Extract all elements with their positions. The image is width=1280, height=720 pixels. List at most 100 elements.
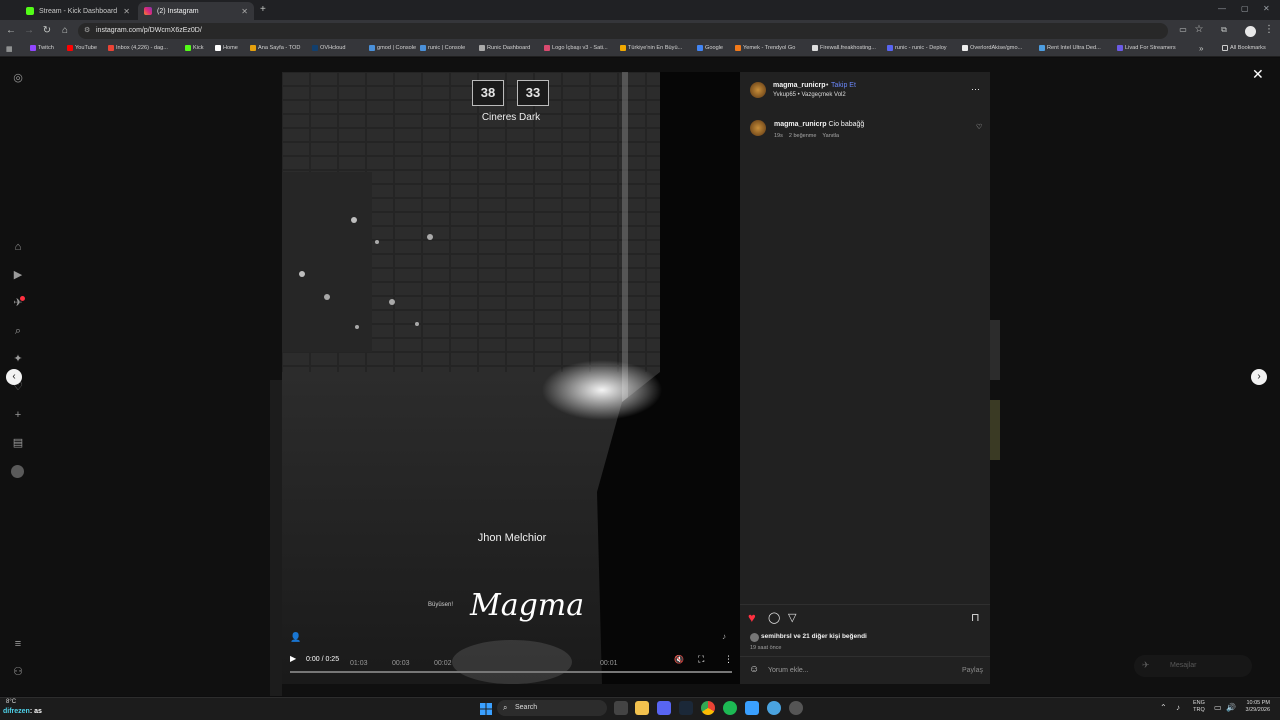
bookmark-item[interactable]: Google <box>697 45 723 51</box>
file-explorer-icon[interactable] <box>635 701 649 715</box>
reload-icon[interactable]: ↻ <box>41 25 53 36</box>
author-name[interactable]: magma_runicrp <box>773 82 826 89</box>
author-avatar[interactable] <box>750 82 766 98</box>
apps-icon[interactable]: ▦ <box>6 45 13 53</box>
reel-video[interactable]: 38 33 Cineres Dark Jhon Melchior Magma B… <box>282 72 740 684</box>
volume-icon[interactable]: 🔊 <box>1226 703 1236 712</box>
install-icon[interactable]: ▭ <box>1177 25 1189 34</box>
mute-icon[interactable]: 🔇 <box>674 655 684 664</box>
spotify-icon[interactable] <box>723 701 737 715</box>
maximize-icon[interactable]: ▢ <box>1241 4 1249 13</box>
all-bookmarks-button[interactable]: All Bookmarks <box>1222 45 1266 51</box>
taskbar-search[interactable]: ⌕ Search <box>497 700 607 716</box>
bookmark-item[interactable]: Kick <box>185 45 204 51</box>
back-icon[interactable]: ← <box>5 25 17 36</box>
emoji-icon[interactable]: ☺ <box>749 664 759 675</box>
save-icon[interactable]: ⊓ <box>971 611 980 624</box>
like-icon[interactable]: ♥ <box>748 610 756 625</box>
bookmark-item[interactable]: Runic Dashboard <box>479 45 530 51</box>
video-options-icon[interactable]: ⋮ <box>724 654 733 665</box>
bookmark-item[interactable]: OverlordAkise/gmo... <box>962 45 1022 51</box>
bookmark-item[interactable]: Firewall.freakhosting... <box>812 45 876 51</box>
bookmark-item[interactable]: Home <box>215 45 238 51</box>
comment-like-icon[interactable]: ♡ <box>976 123 982 131</box>
close-icon[interactable]: ✕ <box>241 7 248 16</box>
messages-button[interactable]: ✈ Mesajlar <box>1134 655 1252 677</box>
more-menu-icon[interactable]: ≡ <box>11 637 25 651</box>
bookmark-item[interactable]: runic - runic - Deploy <box>887 45 947 51</box>
steam-icon[interactable] <box>679 701 693 715</box>
post-subtitle[interactable]: Yvkup65 • Vazgeçmek Vol2 <box>773 92 846 98</box>
likes-user[interactable]: semihbrsl <box>761 633 792 640</box>
bookmark-item[interactable]: Rent Intel Ultra Ded... <box>1039 45 1101 51</box>
clock[interactable]: 10:05 PM 3/29/2026 <box>1240 700 1270 714</box>
network-icon[interactable]: ▭ <box>1214 703 1222 712</box>
bookmark-item[interactable]: Inbox (4,226) - dag... <box>108 45 168 51</box>
chrome-icon[interactable] <box>701 701 715 715</box>
bookmark-item[interactable]: YouTube <box>67 45 97 51</box>
dashboard-nav-icon[interactable]: ▤ <box>11 436 25 450</box>
liker-avatar[interactable] <box>750 633 759 642</box>
next-post-button[interactable]: › <box>1251 369 1267 385</box>
minimize-icon[interactable]: — <box>1218 4 1226 13</box>
profile-avatar[interactable] <box>1245 26 1256 37</box>
address-bar[interactable]: ⚙ instagram.com/p/DWcmX6zEz0D/ <box>78 23 1168 39</box>
bookmark-item[interactable]: Livad For Streamers <box>1117 45 1176 51</box>
play-icon[interactable]: ▶ <box>290 654 296 663</box>
weather-temp[interactable]: 8°C <box>6 699 16 705</box>
new-tab-button[interactable]: + <box>260 4 266 15</box>
comment-reply[interactable]: Yanıtla <box>822 133 839 139</box>
follow-button[interactable]: Takip Et <box>831 82 856 89</box>
search-nav-icon[interactable]: ⌕ <box>11 324 25 338</box>
reels-nav-icon[interactable]: ▶ <box>11 268 25 282</box>
bookmark-item[interactable]: Twitch <box>30 45 54 51</box>
likes-text[interactable]: ve 21 diğer kişi beğendi <box>792 633 867 640</box>
tab-instagram[interactable]: (2) Instagram ✕ <box>138 2 254 20</box>
meta-apps-icon[interactable]: ⚇ <box>11 665 25 679</box>
comment-likes[interactable]: 2 beğenme <box>789 133 817 139</box>
task-view-icon[interactable] <box>614 701 628 715</box>
bookmark-item[interactable]: Logo İçbaşı v3 - Sati... <box>544 45 608 51</box>
bookmark-item[interactable]: gmod | Console <box>369 45 416 51</box>
post-options-icon[interactable]: ··· <box>971 84 980 94</box>
comment-input[interactable]: Yorum ekle... <box>768 667 809 674</box>
comment-icon[interactable]: ◯ <box>768 611 780 624</box>
audio-icon[interactable]: ♪ <box>722 632 726 641</box>
tray-chevron-icon[interactable]: ⌃ <box>1160 703 1167 712</box>
more-bookmarks-icon[interactable]: » <box>1199 44 1203 53</box>
discord-icon[interactable] <box>657 701 671 715</box>
extensions-icon[interactable]: ⧉ <box>1218 25 1230 35</box>
tagged-user-icon[interactable]: 👤 <box>290 632 301 643</box>
profile-nav-avatar[interactable] <box>11 465 24 478</box>
home-icon[interactable]: ⌂ <box>59 25 71 36</box>
forward-icon[interactable]: → <box>23 25 35 36</box>
previous-post-button[interactable]: ‹ <box>6 369 22 385</box>
share-icon[interactable]: ▽ <box>788 611 796 624</box>
app-icon[interactable] <box>745 701 759 715</box>
fullscreen-icon[interactable]: ⛶ <box>698 654 704 665</box>
app-icon[interactable] <box>789 701 803 715</box>
explore-nav-icon[interactable]: ✦ <box>11 352 25 366</box>
bookmark-item[interactable]: Türkiye'nin En Büyü... <box>620 45 682 51</box>
instagram-logo-icon[interactable]: ◎ <box>11 71 25 85</box>
comment-author[interactable]: magma_runicrp <box>774 121 827 128</box>
bookmark-item[interactable]: runic | Console <box>420 45 465 51</box>
bookmark-item[interactable]: Ana Sayfa - TOD <box>250 45 300 51</box>
site-info-icon[interactable]: ⚙ <box>84 26 90 34</box>
mic-icon[interactable]: ♪ <box>1176 703 1180 712</box>
bookmark-item[interactable]: OVHcloud <box>312 45 346 51</box>
create-nav-icon[interactable]: + <box>11 408 25 422</box>
app-icon[interactable] <box>767 701 781 715</box>
menu-icon[interactable]: ⋮ <box>1263 24 1275 35</box>
home-nav-icon[interactable]: ⌂ <box>11 240 25 254</box>
close-icon[interactable]: ✕ <box>123 7 130 16</box>
bookmark-item[interactable]: Yemek - Trendyol Go <box>735 45 795 51</box>
close-modal-icon[interactable]: ✕ <box>1252 66 1264 83</box>
post-comment-button[interactable]: Paylaş <box>962 667 983 674</box>
comment-avatar[interactable] <box>750 120 766 136</box>
windows-start-icon[interactable] <box>480 702 492 715</box>
star-icon[interactable]: ☆ <box>1193 24 1205 35</box>
video-progress-track[interactable] <box>290 671 732 673</box>
window-close-icon[interactable]: ✕ <box>1263 4 1270 13</box>
language-indicator[interactable]: ENG TRQ <box>1193 700 1205 714</box>
